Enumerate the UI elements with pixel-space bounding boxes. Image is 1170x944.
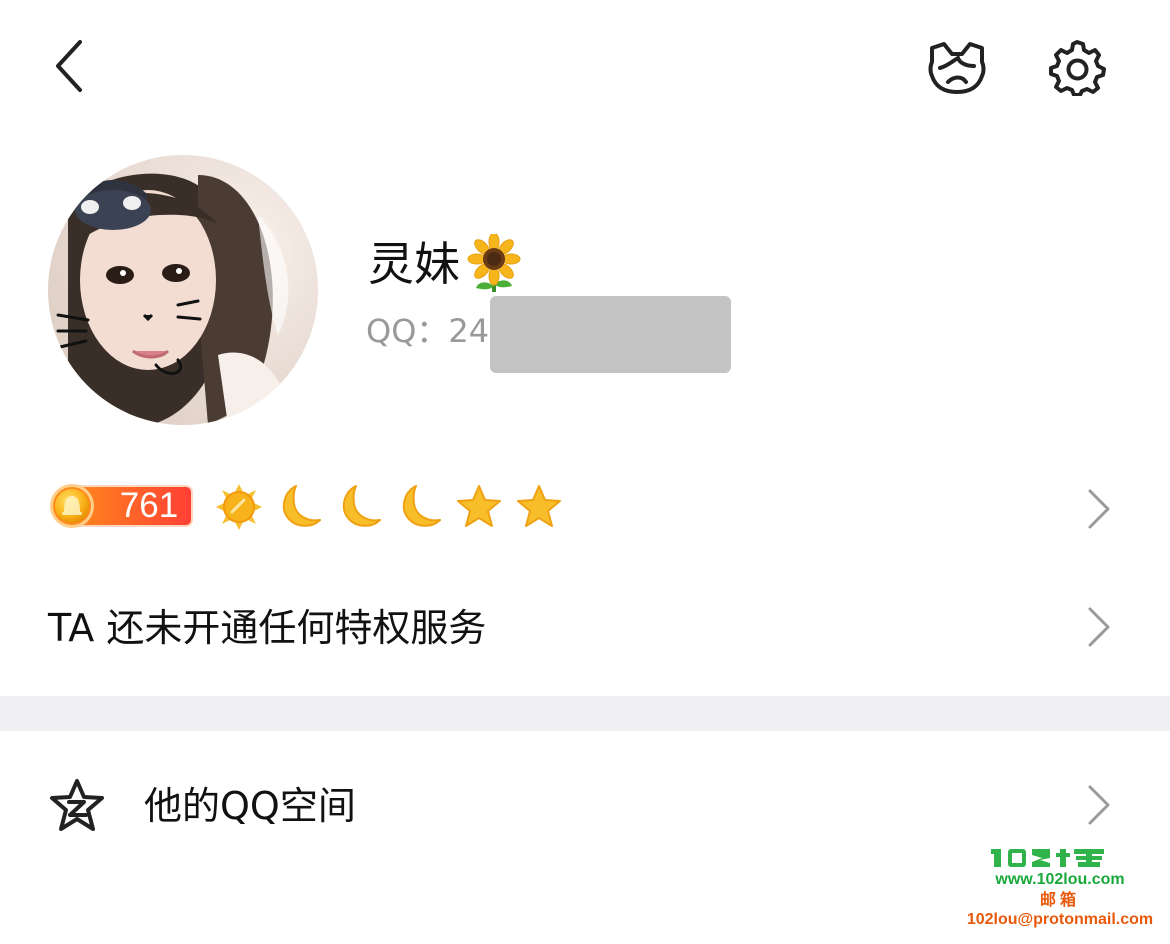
avatar[interactable] <box>48 155 318 425</box>
privilege-row[interactable]: TA 还未开通任何特权服务 <box>0 590 1170 666</box>
back-arrow-icon <box>56 40 82 92</box>
avatar-photo <box>56 173 289 425</box>
level-value: 761 <box>119 486 179 525</box>
level-row[interactable]: 761 <box>0 470 1170 546</box>
chevron-right-icon <box>1088 489 1110 529</box>
watermark-logo <box>991 849 1104 867</box>
profile-face-button[interactable] <box>924 36 990 96</box>
gear-icon <box>1049 40 1106 97</box>
sun-icon <box>216 484 262 530</box>
privilege-text: TA 还未开通任何特权服务 <box>48 606 487 650</box>
nickname: 灵妹 <box>368 232 522 296</box>
redaction-box <box>490 296 731 373</box>
watermark-mail-label: 邮箱 <box>1039 890 1080 909</box>
back-button[interactable] <box>40 36 100 96</box>
qzone-label: 他的QQ空间 <box>144 784 356 828</box>
star-icon <box>517 485 561 527</box>
watermark-url: www.102lou.com <box>995 871 1125 888</box>
qzone-star-icon <box>50 779 104 831</box>
chevron-right-icon <box>1088 607 1110 647</box>
nickname-text: 灵妹 <box>368 237 460 291</box>
section-divider <box>0 696 1170 731</box>
sunflower-icon <box>467 234 521 292</box>
moon-icon <box>402 485 441 527</box>
settings-button[interactable] <box>1048 38 1106 97</box>
qzone-row[interactable]: 他的QQ空间 <box>0 768 1170 844</box>
moon-icon <box>342 485 381 527</box>
profile-page: 灵妹 QQ：24 761 TA 还未开通任何特权服务 他的QQ空间 www.10… <box>0 0 1170 944</box>
watermark-email: 102lou@protonmail.com <box>966 911 1154 928</box>
qq-number: QQ：24 <box>366 312 490 350</box>
moon-icon <box>282 485 321 527</box>
watermark: www.102lou.com 邮箱 102lou@protonmail.com <box>960 846 1160 930</box>
profile-face-icon <box>928 42 986 94</box>
star-icon <box>457 485 501 527</box>
chevron-right-icon <box>1088 785 1110 825</box>
